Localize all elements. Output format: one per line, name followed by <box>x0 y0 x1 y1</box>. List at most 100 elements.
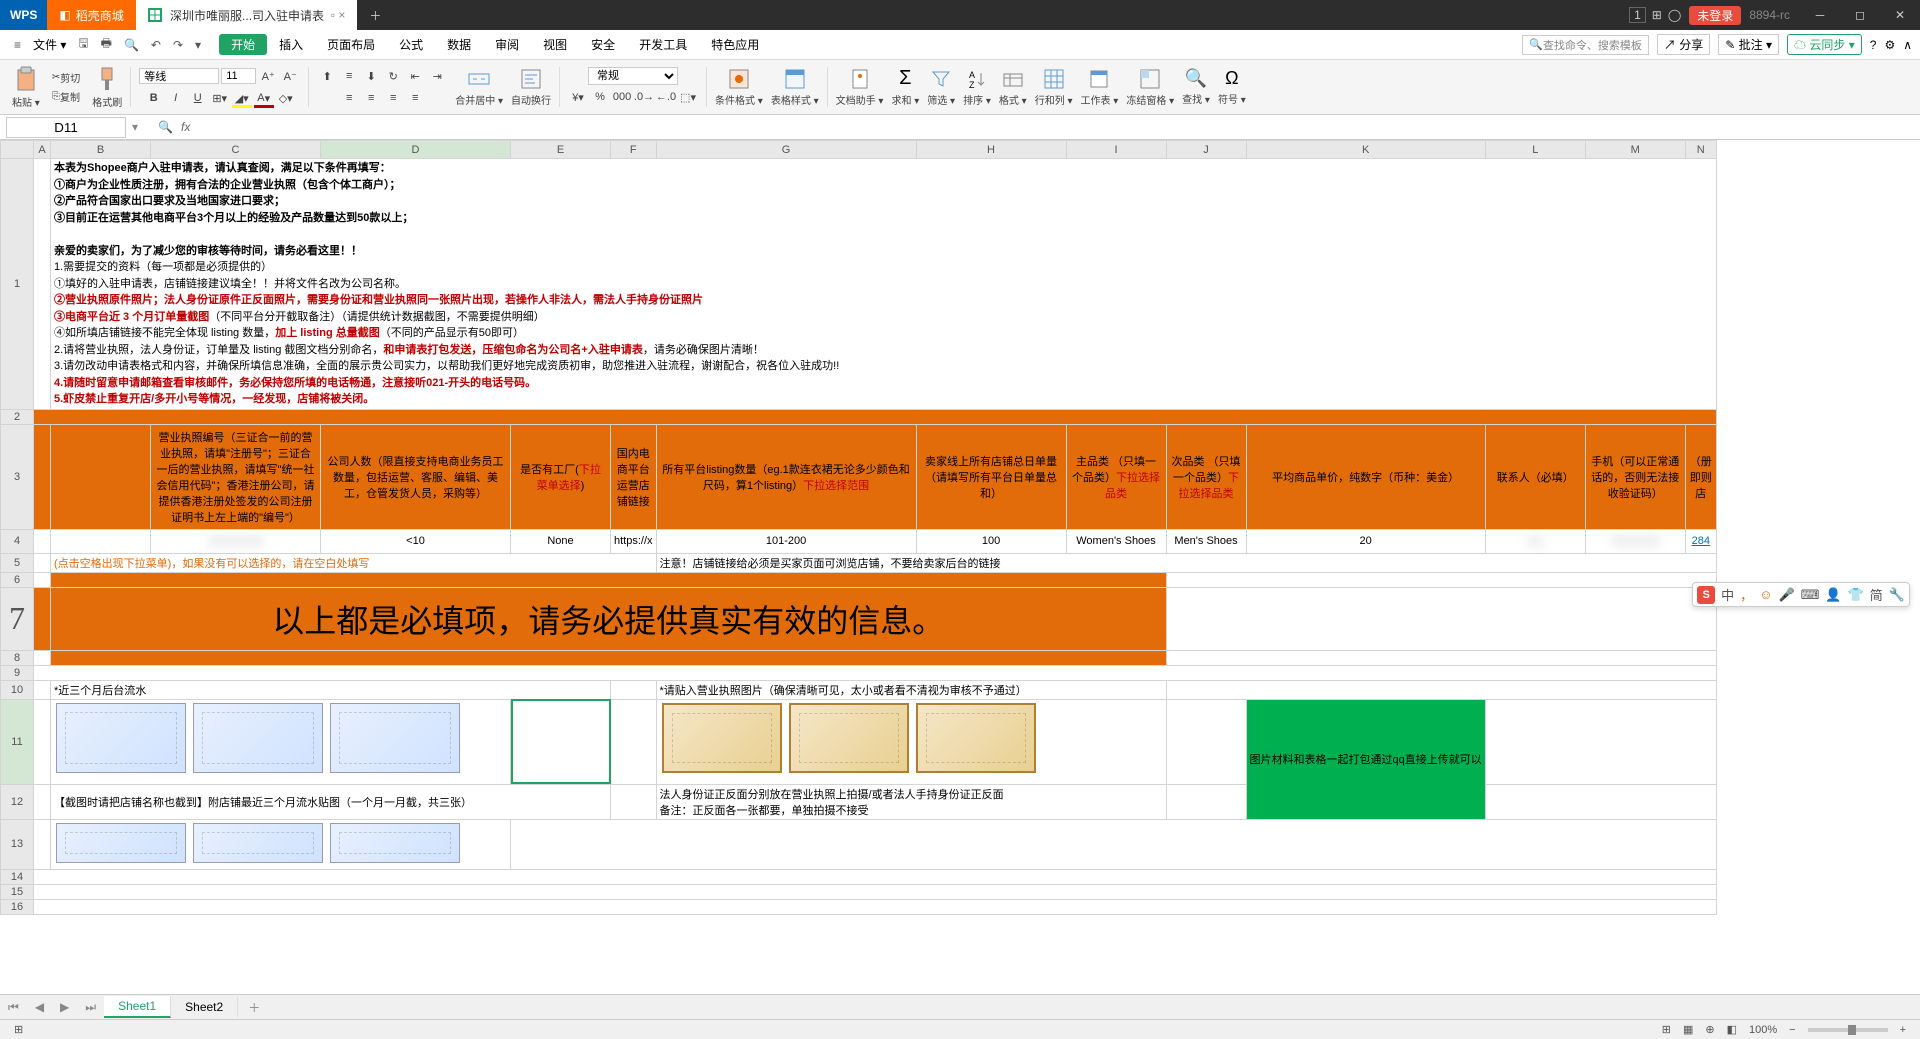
number-format-combo[interactable]: 常规 <box>588 67 678 85</box>
decrease-decimal-icon[interactable]: ←.0 <box>656 87 676 107</box>
cell[interactable] <box>656 699 1166 784</box>
dropdown-icon[interactable]: ▫ <box>331 8 335 22</box>
help-icon[interactable]: ? <box>1870 38 1877 52</box>
col-header[interactable]: H <box>916 141 1066 159</box>
indent-right-icon[interactable]: ⇥ <box>427 66 447 86</box>
col-header[interactable]: G <box>656 141 916 159</box>
fill-color-icon[interactable]: ◢▾ <box>232 88 252 108</box>
ime-skin-icon[interactable]: 👕 <box>1848 587 1864 603</box>
cell[interactable]: 法人身份证正反面分别放在营业执照上拍摄/或者法人手持身份证正反面备注：正反面各一… <box>656 784 1166 819</box>
notify-icon[interactable]: ◯ <box>1668 8 1681 22</box>
symbol-button[interactable]: Ω符号 ▾ <box>1214 68 1250 106</box>
print-icon[interactable]: 🖶 <box>101 34 112 55</box>
cell[interactable]: 20 <box>1246 529 1485 553</box>
sheet-nav-next-icon[interactable]: ▶ <box>52 1000 77 1014</box>
zoom-in-icon[interactable]: + <box>1900 1024 1906 1036</box>
align-right-icon[interactable]: ≡ <box>383 88 403 108</box>
row-header[interactable]: 1 <box>1 159 34 410</box>
cell[interactable] <box>51 819 511 869</box>
search-input[interactable]: 🔍 查找命令、搜索模板 <box>1522 35 1649 55</box>
rowcol-button[interactable]: 行和列 ▾ <box>1031 68 1077 107</box>
cell[interactable]: 【截图时请把店铺名称也截到】附店铺最近三个月流水贴图（一个月一月截，共三张） <box>51 784 611 819</box>
cell[interactable]: 101-200 <box>656 529 916 553</box>
file-menu[interactable]: 文件 ▾ <box>27 36 72 53</box>
login-badge[interactable]: 未登录 <box>1689 6 1741 25</box>
clear-format-icon[interactable]: ◇▾ <box>276 88 296 108</box>
filter-button[interactable]: 筛选 ▾ <box>923 68 959 107</box>
name-box[interactable] <box>6 117 126 138</box>
close-button[interactable]: ✕ <box>1880 8 1920 22</box>
col-header[interactable]: J <box>1166 141 1246 159</box>
redo-icon[interactable]: ↷ <box>173 38 183 52</box>
sheet-tab-2[interactable]: Sheet2 <box>171 997 238 1017</box>
save-icon[interactable]: 🖫 <box>78 34 88 55</box>
align-middle-icon[interactable]: ≡ <box>339 66 359 86</box>
zoom-level[interactable]: 100% <box>1749 1024 1777 1036</box>
bold-icon[interactable]: B <box>144 88 164 108</box>
row-header[interactable]: 2 <box>1 409 34 424</box>
align-bottom-icon[interactable]: ⬇ <box>361 66 381 86</box>
header-cell[interactable]: 所有平台listing数量（eg.1款连衣裙无论多少颜色和尺码，算1个listi… <box>656 424 916 529</box>
decrease-font-icon[interactable]: A⁻ <box>280 66 300 86</box>
menu-tab-formula[interactable]: 公式 <box>387 30 435 59</box>
header-cell[interactable]: 手机（可以正常通话的，否则无法接收验证码） <box>1585 424 1685 529</box>
cell[interactable]: (点击空格出现下拉菜单)，如果没有可以选择的，请在空白处填写 <box>51 553 657 572</box>
green-note-cell[interactable]: 图片材料和表格一起打包通过qq直接上传就可以 <box>1246 699 1485 819</box>
row-header[interactable]: 11 <box>1 699 34 784</box>
cell[interactable]: *近三个月后台流水 <box>51 680 611 699</box>
row-header[interactable]: 7 <box>1 587 34 650</box>
sheet-tab-1[interactable]: Sheet1 <box>104 996 171 1018</box>
name-box-dropdown-icon[interactable]: ▾ <box>132 120 138 134</box>
fx-label[interactable]: fx <box>173 120 198 134</box>
cell[interactable]: Men's Shoes <box>1166 529 1246 553</box>
screenshot-image[interactable] <box>193 703 323 773</box>
menu-tab-data[interactable]: 数据 <box>435 30 483 59</box>
font-size-combo[interactable] <box>221 68 256 84</box>
font-name-combo[interactable] <box>139 68 219 84</box>
cloud-sync-button[interactable]: ☁ 云同步 ▾ <box>1787 34 1862 55</box>
menu-tab-security[interactable]: 安全 <box>579 30 627 59</box>
cell[interactable]: 100 <box>916 529 1066 553</box>
menu-tab-insert[interactable]: 插入 <box>267 30 315 59</box>
table-style-button[interactable]: 表格样式 ▾ <box>767 68 823 107</box>
status-ready-icon[interactable]: ⊞ <box>14 1023 23 1036</box>
header-cell[interactable]: （册即则店 <box>1685 424 1716 529</box>
license-image[interactable] <box>789 703 909 773</box>
close-tab-icon[interactable]: × <box>338 8 345 22</box>
col-header[interactable]: B <box>51 141 151 159</box>
zoom-out-icon[interactable]: − <box>1789 1024 1795 1036</box>
col-header[interactable]: K <box>1246 141 1485 159</box>
menu-tab-dev[interactable]: 开发工具 <box>627 30 699 59</box>
collapse-ribbon-icon[interactable]: ∧ <box>1903 38 1912 52</box>
header-cell[interactable]: 平均商品单价，纯数字（币种：美金） <box>1246 424 1485 529</box>
header-cell[interactable]: 主品类 （只填一个品类）下拉选择品类 <box>1066 424 1166 529</box>
ime-lang[interactable]: 中 <box>1721 585 1734 604</box>
ime-toolbar[interactable]: S 中 ， ☺ 🎤 ⌨ 👤 👕 简 🔧 <box>1692 582 1910 607</box>
banner-cell[interactable]: 以上都是必填项，请务必提供真实有效的信息。 <box>51 587 1167 650</box>
screenshot-image[interactable] <box>330 823 460 863</box>
paste-button[interactable]: 粘贴 ▾ <box>8 66 44 109</box>
col-header[interactable]: E <box>511 141 611 159</box>
freeze-button[interactable]: 冻结窗格 ▾ <box>1122 68 1178 107</box>
ime-mic-icon[interactable]: 🎤 <box>1778 587 1794 603</box>
comma-icon[interactable]: 000 <box>612 87 632 107</box>
screenshot-image[interactable] <box>56 823 186 863</box>
ime-emoji-icon[interactable]: ☺ <box>1759 587 1772 602</box>
col-header[interactable]: N <box>1685 141 1716 159</box>
italic-icon[interactable]: I <box>166 88 186 108</box>
format-painter-button[interactable]: 格式刷 <box>88 66 126 109</box>
row-header[interactable]: 3 <box>1 424 34 529</box>
menu-tab-special[interactable]: 特色应用 <box>699 30 771 59</box>
cell[interactable]: Women's Shoes <box>1066 529 1166 553</box>
indent-left-icon[interactable]: ⇤ <box>405 66 425 86</box>
cell[interactable]: xxx <box>1485 529 1585 553</box>
row-header[interactable]: 13 <box>1 819 34 869</box>
dropdown-icon[interactable]: ▾ <box>195 38 201 52</box>
cell[interactable]: None <box>511 529 611 553</box>
view-pagebreak-icon[interactable]: ▦ <box>1683 1023 1693 1036</box>
percent-icon[interactable]: % <box>590 87 610 107</box>
row-header[interactable]: 5 <box>1 553 34 572</box>
screenshot-image[interactable] <box>56 703 186 773</box>
column-headers[interactable]: A B C D E F G H I J K L M N <box>1 141 1717 159</box>
view-normal-icon[interactable]: ⊞ <box>1662 1023 1671 1036</box>
